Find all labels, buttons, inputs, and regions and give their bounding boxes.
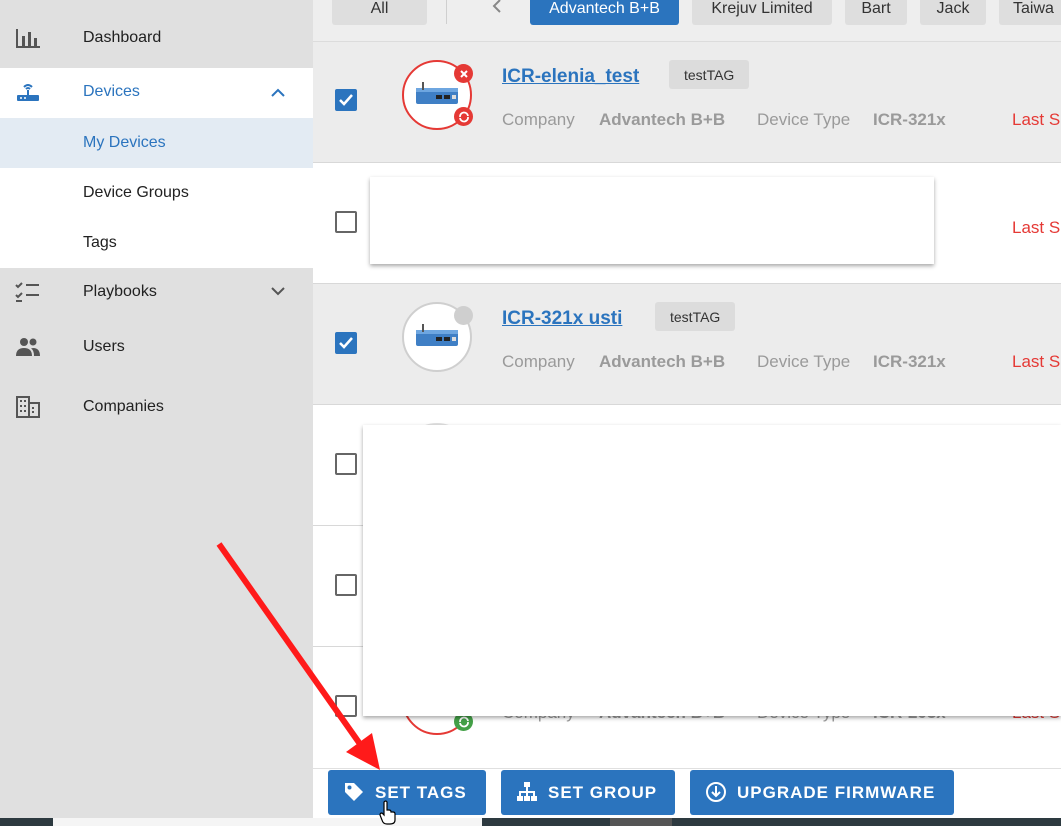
row-checkbox[interactable] — [335, 453, 357, 475]
sidebar-item-label: Device Groups — [83, 184, 189, 201]
filter-divider — [446, 0, 447, 24]
button-label: UPGRADE FIRMWARE — [737, 782, 936, 802]
sidebar-item-label: Tags — [83, 234, 117, 251]
sidebar-subitem-device-groups[interactable]: Device Groups — [0, 168, 313, 218]
last-seen-label: Last S — [1012, 352, 1061, 371]
chevron-down-icon[interactable] — [268, 282, 288, 302]
row-checkbox[interactable] — [335, 695, 357, 717]
company-value: Advantech B+B — [599, 352, 726, 371]
device-type-label: Device Type — [757, 352, 851, 371]
chevron-left-icon[interactable] — [489, 0, 505, 14]
building-icon — [15, 396, 41, 418]
device-type-value: ICR-321x — [873, 110, 946, 129]
row-checkbox[interactable] — [335, 211, 357, 233]
sidebar-subitem-my-devices[interactable]: My Devices — [0, 118, 313, 168]
devices-section: Devices My Devices Device Groups Tags — [0, 68, 313, 268]
taskbar-strip — [0, 818, 1061, 826]
last-seen-label: Last S — [1012, 110, 1061, 129]
table-row[interactable]: ICR-elenia_test testTAG Company Advantec… — [313, 42, 1061, 163]
checklist-icon — [15, 281, 41, 303]
sync-error-icon — [454, 107, 473, 126]
row-checkbox[interactable] — [335, 89, 357, 111]
sidebar-item-label: Users — [83, 338, 125, 355]
device-type-label: Device Type — [757, 110, 851, 129]
filter-chip-company[interactable]: Krejuv Limited — [692, 0, 832, 25]
sidebar-item-label: Dashboard — [83, 29, 162, 46]
row-checkbox[interactable] — [335, 574, 357, 596]
sidebar-item-dashboard[interactable]: Dashboard — [0, 18, 313, 58]
company-label: Company — [502, 352, 575, 371]
sidebar-item-companies[interactable]: Companies — [0, 387, 313, 427]
company-filter-bar: All Advantech B+B Krejuv Limited Bart Ja… — [313, 0, 1061, 42]
router-icon — [15, 81, 41, 103]
device-name-link[interactable]: ICR-elenia_test — [502, 66, 639, 88]
hand-cursor-icon — [379, 800, 396, 825]
company-label: Company — [502, 110, 575, 129]
device-tag[interactable]: testTAG — [669, 60, 750, 89]
sidebar-item-label: My Devices — [83, 134, 166, 151]
device-avatar — [402, 302, 473, 372]
device-avatar — [402, 60, 473, 130]
upgrade-firmware-button[interactable]: UPGRADE FIRMWARE — [690, 770, 954, 815]
company-value: Advantech B+B — [599, 110, 726, 129]
button-label: SET GROUP — [548, 782, 658, 802]
table-row[interactable]: ICR-321x usti testTAG Company Advantech … — [313, 284, 1061, 405]
users-icon — [15, 336, 41, 358]
set-group-button[interactable]: SET GROUP — [501, 770, 675, 815]
sidebar-item-label: Devices — [83, 83, 140, 100]
chevron-up-icon[interactable] — [268, 82, 288, 102]
filter-chip-all[interactable]: All — [332, 0, 427, 25]
filter-chip-company[interactable]: Advantech B+B — [530, 0, 679, 25]
set-tags-button[interactable]: SET TAGS — [328, 770, 486, 815]
sidebar-item-users[interactable]: Users — [0, 327, 313, 367]
sidebar-item-label: Companies — [83, 398, 164, 415]
device-type-value: ICR-321x — [873, 352, 946, 371]
hierarchy-icon — [516, 781, 538, 803]
popup-overlay — [363, 425, 1061, 716]
filter-chip-company[interactable]: Jack — [920, 0, 986, 25]
sidebar-item-devices[interactable]: Devices — [0, 72, 313, 112]
status-dot-icon — [454, 306, 473, 325]
taskbar-segment — [53, 818, 482, 826]
bar-chart-icon — [15, 27, 41, 49]
sidebar-subitem-tags[interactable]: Tags — [0, 218, 313, 268]
taskbar-segment — [610, 818, 672, 826]
device-tag[interactable]: testTAG — [655, 302, 736, 331]
filter-chip-company[interactable]: Bart — [845, 0, 907, 25]
last-seen-label: Last S — [1012, 218, 1061, 237]
error-badge-icon — [454, 64, 473, 83]
device-name-link[interactable]: ICR-321x usti — [502, 308, 622, 330]
filter-chip-company[interactable]: Taiwa — [999, 0, 1061, 25]
tag-icon — [343, 781, 365, 803]
sidebar-item-label: Playbooks — [83, 283, 157, 300]
download-circle-icon — [705, 781, 727, 803]
device-list-panel: All Advantech B+B Krejuv Limited Bart Ja… — [313, 0, 1061, 826]
popup-overlay — [370, 177, 934, 264]
sidebar: Dashboard Devices My Devices Device Grou… — [0, 0, 313, 826]
row-checkbox[interactable] — [335, 332, 357, 354]
sidebar-item-playbooks[interactable]: Playbooks — [0, 272, 313, 312]
